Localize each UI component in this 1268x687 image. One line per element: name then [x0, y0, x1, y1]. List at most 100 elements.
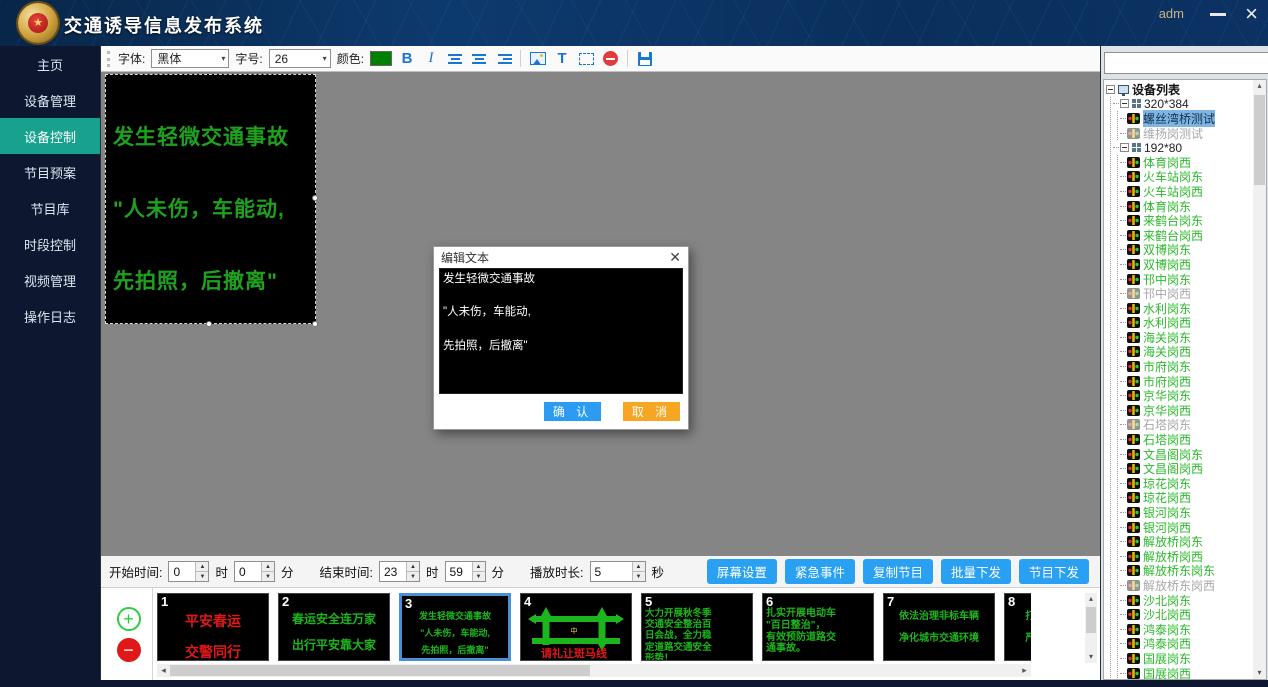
- device-item[interactable]: 双博岗东: [1120, 243, 1254, 258]
- dialog-textarea[interactable]: 发生轻微交通事故 "人未伤，车能动, 先拍照，后撤离": [439, 268, 683, 394]
- save-icon[interactable]: [636, 49, 654, 68]
- spin-up-icon[interactable]: ▲: [196, 562, 208, 572]
- tree-group-320*384[interactable]: 320*384: [1113, 97, 1254, 112]
- start-hour-input[interactable]: 0 ▲▼: [168, 561, 209, 582]
- sidebar-item-device-control[interactable]: 设备控制: [0, 118, 100, 154]
- collapse-icon[interactable]: [1106, 85, 1115, 94]
- device-item[interactable]: 琼花岗西: [1120, 491, 1254, 506]
- copy-program-button[interactable]: 复制节目: [863, 559, 933, 584]
- device-item[interactable]: 鸿泰岗东: [1120, 622, 1254, 637]
- device-item[interactable]: 火车站岗东: [1120, 170, 1254, 185]
- sidebar-item-program-plan[interactable]: 节目预案: [0, 154, 100, 190]
- start-minute-input[interactable]: 0 ▲▼: [234, 561, 275, 582]
- remove-frame-icon[interactable]: −: [117, 638, 141, 662]
- tree-vertical-scrollbar[interactable]: ▴ ▾: [1253, 80, 1266, 679]
- editor-canvas[interactable]: 发生轻微交通事故"人未伤，车能动,先拍照，后撤离" 编辑文本 ✕ 发生轻微交通事…: [101, 72, 1101, 556]
- scrollbar-thumb[interactable]: [1254, 95, 1265, 185]
- device-item[interactable]: 解放桥岗东: [1120, 534, 1254, 549]
- device-item[interactable]: 银河岗西: [1120, 520, 1254, 535]
- resize-handle-corner[interactable]: [312, 321, 318, 327]
- select-region-icon[interactable]: [577, 49, 595, 68]
- device-item[interactable]: 银河岗东: [1120, 505, 1254, 520]
- device-item[interactable]: 海关岗西: [1120, 345, 1254, 360]
- device-item[interactable]: 市府岗西: [1120, 374, 1254, 389]
- italic-button[interactable]: I: [422, 49, 440, 68]
- resize-handle-bottom[interactable]: [206, 321, 212, 327]
- device-item[interactable]: 文昌阁岗西: [1120, 461, 1254, 476]
- insert-image-icon[interactable]: [529, 49, 547, 68]
- device-item[interactable]: 邗中岗西: [1120, 286, 1254, 301]
- sidebar-item-op-log[interactable]: 操作日志: [0, 298, 100, 334]
- device-item[interactable]: 水利岗西: [1120, 316, 1254, 331]
- scroll-up-icon[interactable]: ▴: [1085, 593, 1097, 605]
- collapse-icon[interactable]: [1120, 143, 1129, 152]
- spin-down-icon[interactable]: ▼: [407, 572, 419, 581]
- spin-up-icon[interactable]: ▲: [473, 562, 485, 572]
- collapse-icon[interactable]: [1120, 99, 1129, 108]
- resize-handle-right[interactable]: [312, 195, 318, 201]
- program-thumbnail-1[interactable]: 1平安春运交警同行: [157, 593, 269, 661]
- sidebar-item-time-control[interactable]: 时段控制: [0, 226, 100, 262]
- program-thumbnail-6[interactable]: 6扎实开展电动车"百日整治"，有效预防道路交通事故。: [762, 593, 874, 661]
- spin-up-icon[interactable]: ▲: [407, 562, 419, 572]
- device-item[interactable]: 国展岗东: [1120, 651, 1254, 666]
- device-item[interactable]: 双博岗西: [1120, 257, 1254, 272]
- align-center-icon[interactable]: [470, 49, 488, 68]
- sidebar-item-device-mgmt[interactable]: 设备管理: [0, 82, 100, 118]
- scroll-down-icon[interactable]: ▾: [1085, 651, 1097, 663]
- device-item[interactable]: 邗中岗东: [1120, 272, 1254, 287]
- horizontal-scrollbar[interactable]: ◂ ▸: [157, 664, 1031, 677]
- spin-down-icon[interactable]: ▼: [473, 572, 485, 581]
- scroll-up-icon[interactable]: ▴: [1253, 80, 1266, 92]
- device-item[interactable]: 解放桥东岗西: [1120, 578, 1254, 593]
- sidebar-item-home[interactable]: 主页: [0, 46, 100, 82]
- sidebar-item-program-lib[interactable]: 节目库: [0, 190, 100, 226]
- align-left-icon[interactable]: [446, 49, 464, 68]
- minimize-icon[interactable]: [1210, 13, 1226, 16]
- device-item[interactable]: 琼花岗东: [1120, 476, 1254, 491]
- insert-text-icon[interactable]: T: [553, 49, 571, 68]
- bold-button[interactable]: B: [398, 49, 416, 68]
- batch-send-button[interactable]: 批量下发: [941, 559, 1011, 584]
- device-item[interactable]: 鸿泰岗西: [1120, 637, 1254, 652]
- scrollbar-thumb[interactable]: [1086, 607, 1096, 633]
- emergency-event-button[interactable]: 紧急事件: [785, 559, 855, 584]
- program-send-button[interactable]: 节目下发: [1019, 559, 1089, 584]
- scroll-left-icon[interactable]: ◂: [157, 665, 170, 676]
- tree-root[interactable]: 设备列表: [1106, 82, 1254, 97]
- spin-down-icon[interactable]: ▼: [633, 572, 645, 581]
- device-item[interactable]: 京华岗西: [1120, 403, 1254, 418]
- device-item[interactable]: 京华岗东: [1120, 388, 1254, 403]
- device-item[interactable]: 市府岗东: [1120, 359, 1254, 374]
- user-label[interactable]: adm: [1159, 6, 1184, 21]
- close-icon[interactable]: ×: [1245, 1, 1258, 27]
- device-item[interactable]: 火车站岗西: [1120, 184, 1254, 199]
- screen-settings-button[interactable]: 屏幕设置: [707, 559, 777, 584]
- color-swatch[interactable]: [370, 51, 392, 66]
- program-thumbnail-2[interactable]: 2春运安全连万家出行平安靠大家: [278, 593, 390, 661]
- search-input[interactable]: [1104, 52, 1268, 74]
- device-item[interactable]: 解放桥东岗东: [1120, 564, 1254, 579]
- program-thumbnail-8[interactable]: 8打击改装"炸街"严查严惩"飙车": [1004, 593, 1031, 661]
- filmstrip-vertical-scrollbar[interactable]: ▴ ▾: [1085, 593, 1097, 663]
- end-minute-input[interactable]: 59 ▲▼: [445, 561, 486, 582]
- device-item[interactable]: 文昌阁岗东: [1120, 447, 1254, 462]
- program-thumbnail-5[interactable]: 5大力开展秋冬季交通安全整治百日会战，全力稳定道路交通安全形势！: [641, 593, 753, 661]
- duration-input[interactable]: 5 ▲▼: [590, 561, 646, 582]
- device-item[interactable]: 国展岗西: [1120, 666, 1254, 680]
- dialog-close-icon[interactable]: ✕: [669, 249, 681, 266]
- cancel-button[interactable]: 取 消: [623, 402, 680, 421]
- sidebar-item-video-mgmt[interactable]: 视频管理: [0, 262, 100, 298]
- device-item[interactable]: 水利岗东: [1120, 301, 1254, 316]
- program-thumbnail-3[interactable]: 3发生轻微交通事故"人未伤，车能动,先拍照，后撤离": [399, 593, 511, 661]
- device-item[interactable]: 维扬岗测试: [1120, 126, 1254, 141]
- spin-down-icon[interactable]: ▼: [262, 572, 274, 581]
- device-item[interactable]: 沙北岗东: [1120, 593, 1254, 608]
- scrollbar-thumb[interactable]: [170, 665, 590, 676]
- spin-up-icon[interactable]: ▲: [262, 562, 274, 572]
- spin-up-icon[interactable]: ▲: [633, 562, 645, 572]
- device-item[interactable]: 海关岗东: [1120, 330, 1254, 345]
- device-item[interactable]: 来鹤台岗西: [1120, 228, 1254, 243]
- spin-down-icon[interactable]: ▼: [196, 572, 208, 581]
- size-select[interactable]: 26 ▾: [269, 49, 331, 68]
